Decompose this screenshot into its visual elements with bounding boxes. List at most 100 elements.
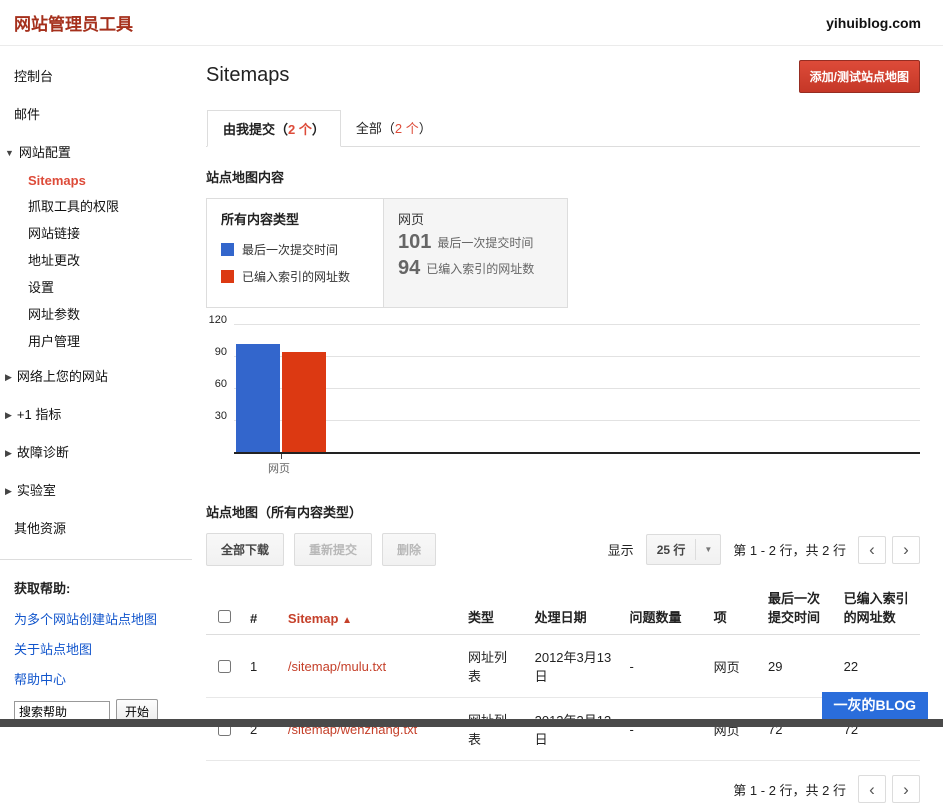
sidebar-item-labs[interactable]: ▶ 实验室 — [5, 480, 192, 499]
site-name: yihuiblog.com — [826, 15, 921, 31]
col-header-sitemap[interactable]: Sitemap ▲ — [280, 580, 460, 635]
tab-label: 全部（ — [356, 121, 395, 136]
sidebar-item-label: +1 指标 — [17, 407, 61, 422]
add-test-sitemap-button[interactable]: 添加/测试站点地图 — [799, 60, 920, 93]
resubmit-button[interactable]: 重新提交 — [294, 533, 372, 566]
tab-label: 由我提交（ — [223, 122, 288, 137]
cell-num: 2 — [242, 698, 280, 761]
sidebar-item-label: 网站配置 — [19, 145, 71, 160]
col-header-num: # — [242, 580, 280, 635]
cell-type: 网址列表 — [460, 698, 527, 761]
help-link-help-center[interactable]: 帮助中心 — [14, 669, 192, 688]
sitemap-link[interactable]: /sitemap/mulu.txt — [288, 659, 386, 674]
sidebar-item-site-config[interactable]: ▼网站配置 — [5, 142, 192, 161]
chart-x-tick — [281, 454, 282, 459]
sidebar-item-dashboard[interactable]: 控制台 — [14, 66, 192, 85]
legend-swatch-blue-icon — [221, 243, 234, 256]
sidebar-divider — [0, 559, 192, 560]
col-header-item: 项 — [706, 580, 760, 635]
tab-count: 2 个 — [288, 122, 312, 137]
tab-label: ） — [312, 122, 325, 137]
chart-bar-submitted — [236, 344, 280, 452]
next-page-button[interactable]: › — [892, 775, 920, 803]
tab-submitted-by-me[interactable]: 由我提交（2 个） — [207, 110, 341, 147]
sidebar-item-label: 实验室 — [17, 483, 56, 498]
sidebar-item-settings[interactable]: 设置 — [28, 277, 192, 296]
cell-issues: - — [622, 698, 706, 761]
stat-submitted: 101 最后一次提交时间 — [398, 231, 553, 254]
header: 网站管理员工具 yihuiblog.com — [0, 0, 943, 46]
col-header-indexed: 已编入索引的网址数 — [836, 580, 920, 635]
sidebar-item-plus1-metrics[interactable]: ▶ +1 指标 — [5, 404, 192, 423]
sidebar-item-label: 故障诊断 — [17, 445, 69, 460]
triangle-right-icon: ▶ — [5, 372, 12, 382]
prev-page-button[interactable]: ‹ — [858, 536, 886, 564]
cell-num: 1 — [242, 635, 280, 698]
chart-x-label: 网页 — [268, 460, 920, 476]
help-link-about-sitemaps[interactable]: 关于站点地图 — [14, 639, 192, 658]
stat-indexed-value: 94 — [398, 257, 420, 280]
blog-badge: 一灰的BLOG — [822, 692, 928, 719]
triangle-right-icon: ▶ — [5, 486, 12, 496]
col-header-date: 处理日期 — [527, 580, 622, 635]
table-row: 1 /sitemap/mulu.txt 网址列表 2012年3月13日 - 网页… — [206, 635, 920, 698]
sidebar-item-diagnostics[interactable]: ▶故障诊断 — [5, 442, 192, 461]
stats-page-type: 网页 — [398, 209, 553, 228]
sidebar-item-change-of-address[interactable]: 地址更改 — [28, 250, 192, 269]
legend-item-indexed: 已编入索引的网址数 — [221, 268, 369, 285]
sidebar-item-sitemaps[interactable]: Sitemaps — [28, 173, 192, 188]
cell-item: 网页 — [706, 635, 760, 698]
sidebar: 控制台 邮件 ▼网站配置 Sitemaps 抓取工具的权限 网站链接 地址更改 … — [0, 46, 192, 724]
chart-y-axis: 306090120 — [206, 324, 234, 454]
bottom-strip — [0, 719, 943, 727]
sidebar-item-your-site-on-web[interactable]: ▶ 网络上您的网站 — [5, 366, 192, 385]
legend-swatch-red-icon — [221, 270, 234, 283]
sidebar-item-sitelinks[interactable]: 网站链接 — [28, 223, 192, 242]
stat-submitted-value: 101 — [398, 231, 431, 254]
sidebar-item-label: 网络上您的网站 — [17, 369, 108, 384]
rows-per-page-select[interactable]: 25 行 ▼ — [646, 534, 722, 565]
cell-last: 29 — [760, 635, 836, 698]
help-link-create-sitemaps[interactable]: 为多个网站创建站点地图 — [14, 609, 192, 628]
bottom-pagination: 第 1 - 2 行，共 2 行 ‹ › — [206, 775, 920, 803]
tabs: 由我提交（2 个） 全部（2 个） — [206, 109, 920, 147]
rows-per-page-value: 25 行 — [647, 535, 696, 564]
stat-indexed: 94 已编入索引的网址数 — [398, 257, 553, 280]
cell-date: 2012年3月13日 — [527, 635, 622, 698]
next-page-button[interactable]: › — [892, 536, 920, 564]
chevron-down-icon: ▼ — [695, 539, 720, 560]
page-info: 第 1 - 2 行，共 2 行 — [733, 780, 846, 799]
table-header-row: # Sitemap ▲ 类型 处理日期 问题数量 项 最后一次提交时间 已编入索… — [206, 580, 920, 635]
sitemaps-table: # Sitemap ▲ 类型 处理日期 问题数量 项 最后一次提交时间 已编入索… — [206, 580, 920, 761]
sidebar-item-crawler-access[interactable]: 抓取工具的权限 — [28, 196, 192, 215]
page-title: Sitemaps — [206, 64, 289, 87]
sidebar-item-messages[interactable]: 邮件 — [14, 104, 192, 123]
page-info: 第 1 - 2 行，共 2 行 — [733, 540, 846, 559]
legend-label: 已编入索引的网址数 — [242, 268, 350, 285]
stat-submitted-label: 最后一次提交时间 — [437, 234, 533, 251]
sidebar-item-url-parameters[interactable]: 网址参数 — [28, 304, 192, 323]
triangle-right-icon: ▶ — [5, 410, 12, 420]
sort-asc-icon: ▲ — [342, 615, 352, 626]
prev-page-button[interactable]: ‹ — [858, 775, 886, 803]
chart-plot — [234, 324, 920, 454]
show-label: 显示 — [608, 540, 634, 559]
cell-type: 网址列表 — [460, 635, 527, 698]
download-all-button[interactable]: 全部下载 — [206, 533, 284, 566]
col-header-type: 类型 — [460, 580, 527, 635]
tab-label: ） — [419, 121, 432, 136]
sidebar-item-user-admin[interactable]: 用户管理 — [28, 331, 192, 350]
sidebar-item-other-resources[interactable]: 其他资源 — [14, 518, 192, 537]
col-header-issues: 问题数量 — [622, 580, 706, 635]
tab-all[interactable]: 全部（2 个） — [341, 110, 447, 147]
delete-button[interactable]: 删除 — [382, 533, 436, 566]
legend-label: 最后一次提交时间 — [242, 241, 338, 258]
site-config-children: Sitemaps 抓取工具的权限 网站链接 地址更改 设置 网址参数 用户管理 — [14, 173, 192, 350]
cell-issues: - — [622, 635, 706, 698]
stats-box-title: 所有内容类型 — [221, 209, 369, 228]
row-checkbox[interactable] — [218, 660, 231, 673]
stats-boxes: 所有内容类型 最后一次提交时间 已编入索引的网址数 网页 101 最后一次提交时… — [206, 198, 920, 308]
main-content: Sitemaps 添加/测试站点地图 由我提交（2 个） 全部（2 个） 站点地… — [192, 46, 943, 803]
select-all-checkbox[interactable] — [218, 610, 231, 623]
col-header-last-submitted: 最后一次提交时间 — [760, 580, 836, 635]
